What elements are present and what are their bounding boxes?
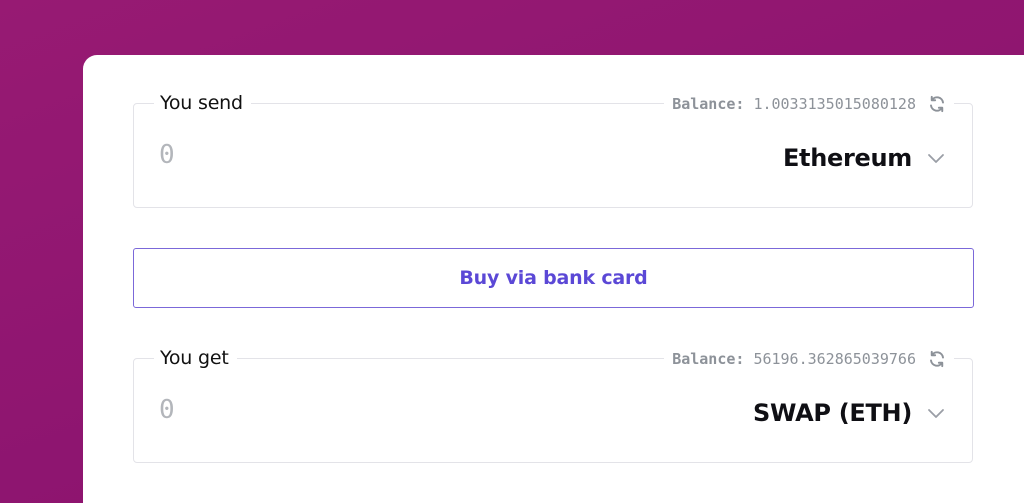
get-balance-label: Balance: bbox=[672, 350, 745, 368]
send-currency-label: Ethereum bbox=[782, 144, 912, 172]
swap-card: You send Balance: 1.0033135015080128 Eth… bbox=[83, 55, 1024, 503]
send-label: You send bbox=[154, 90, 251, 116]
send-balance-value: 1.0033135015080128 bbox=[753, 95, 916, 113]
send-panel: You send Balance: 1.0033135015080128 Eth… bbox=[133, 90, 973, 208]
get-balance-value: 56196.362865039766 bbox=[753, 350, 916, 368]
buy-via-bank-card-button[interactable]: Buy via bank card bbox=[133, 248, 974, 308]
send-amount-input[interactable] bbox=[159, 140, 459, 170]
chevron-down-icon bbox=[926, 148, 946, 168]
get-panel: You get Balance: 56196.362865039766 SWAP… bbox=[133, 345, 973, 463]
send-balance: Balance: 1.0033135015080128 bbox=[664, 94, 954, 114]
get-amount-input[interactable] bbox=[159, 395, 459, 425]
get-currency-label: SWAP (ETH) bbox=[753, 399, 912, 427]
send-balance-label: Balance: bbox=[672, 95, 745, 113]
refresh-icon[interactable] bbox=[928, 95, 946, 113]
chevron-down-icon bbox=[926, 403, 946, 423]
get-label: You get bbox=[154, 345, 237, 371]
send-currency-select[interactable]: Ethereum bbox=[783, 144, 946, 172]
get-balance: Balance: 56196.362865039766 bbox=[664, 349, 954, 369]
get-currency-select[interactable]: SWAP (ETH) bbox=[753, 399, 946, 427]
refresh-icon[interactable] bbox=[928, 350, 946, 368]
